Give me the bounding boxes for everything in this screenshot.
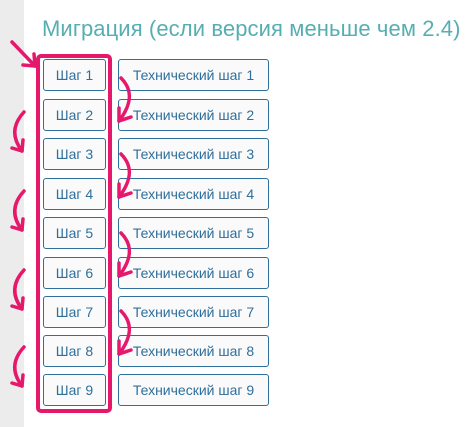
tech-step-button-3[interactable]: Технический шаг 3: [118, 138, 269, 170]
page-title: Миграция (если версия меньше чем 2.4): [42, 16, 461, 41]
step-button-9[interactable]: Шаг 9: [43, 374, 106, 406]
step-button-4[interactable]: Шаг 4: [43, 178, 106, 210]
step-button-3[interactable]: Шаг 3: [43, 138, 106, 170]
tech-step-button-7[interactable]: Технический шаг 7: [118, 296, 269, 328]
tech-step-button-9[interactable]: Технический шаг 9: [118, 374, 269, 406]
tech-step-button-6[interactable]: Технический шаг 6: [118, 257, 269, 289]
tech-step-button-1[interactable]: Технический шаг 1: [118, 59, 269, 91]
step-button-8[interactable]: Шаг 8: [43, 335, 106, 367]
tech-step-button-2[interactable]: Технический шаг 2: [118, 99, 269, 131]
step-button-6[interactable]: Шаг 6: [43, 257, 106, 289]
tech-step-button-5[interactable]: Технический шаг 5: [118, 217, 269, 249]
step-button-7[interactable]: Шаг 7: [43, 296, 106, 328]
left-sidebar-strip: [0, 0, 24, 427]
step-button-5[interactable]: Шаг 5: [43, 217, 106, 249]
tech-step-button-8[interactable]: Технический шаг 8: [118, 335, 269, 367]
step-button-2[interactable]: Шаг 2: [43, 99, 106, 131]
tech-step-button-4[interactable]: Технический шаг 4: [118, 178, 269, 210]
step-button-1[interactable]: Шаг 1: [43, 59, 106, 91]
